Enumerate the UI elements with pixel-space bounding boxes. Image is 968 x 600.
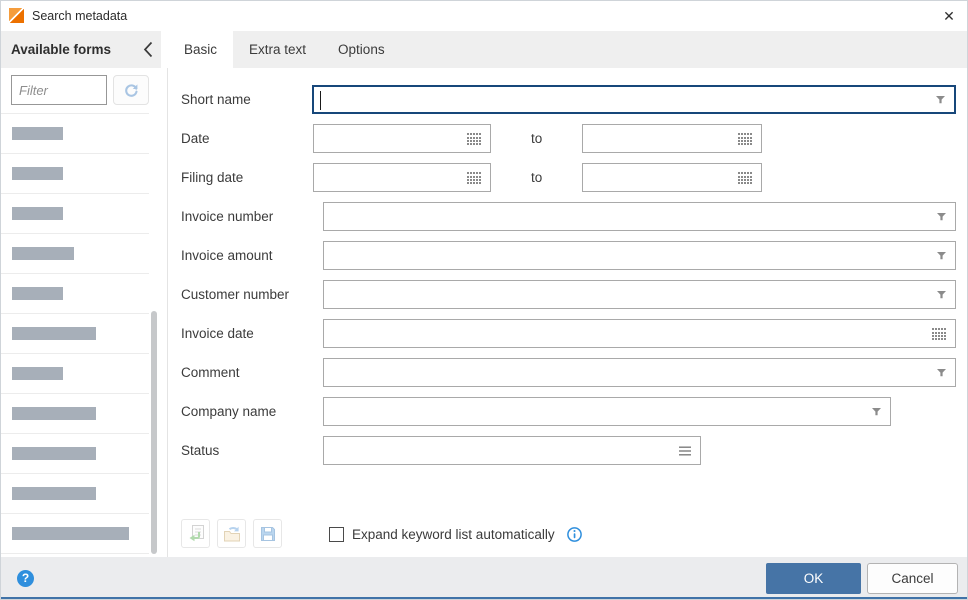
apply-form-icon	[186, 524, 206, 543]
dropdown-arrow-icon[interactable]	[936, 95, 945, 104]
sidebar-scrollbar-thumb[interactable]	[151, 311, 157, 554]
form-list-item[interactable]	[1, 274, 149, 314]
dropdown-arrow-icon[interactable]	[937, 212, 946, 221]
range-to-label: to	[531, 131, 543, 146]
field-label-status: Status	[181, 443, 220, 458]
form-list-item[interactable]	[1, 394, 149, 434]
tab-basic[interactable]: Basic	[168, 31, 234, 68]
form-list-item[interactable]	[1, 354, 149, 394]
form-list-item[interactable]	[1, 154, 149, 194]
field-label-date: Date	[181, 131, 210, 146]
redacted-form-name	[12, 327, 96, 340]
search-metadata-dialog: Search metadata ✕ Available forms Basic E…	[0, 0, 968, 600]
app-logo-icon	[9, 8, 24, 23]
save-icon	[259, 525, 277, 543]
tab-options[interactable]: Options	[322, 31, 401, 68]
field-label-invoice-date: Invoice date	[181, 326, 254, 341]
calendar-icon[interactable]	[932, 327, 946, 340]
window-title: Search metadata	[32, 9, 128, 23]
close-icon[interactable]: ✕	[939, 6, 959, 26]
keyword-list-icon[interactable]	[679, 446, 691, 456]
field-status[interactable]	[323, 436, 701, 465]
expand-keyword-checkbox[interactable]	[329, 527, 344, 542]
tab-extra-text[interactable]: Extra text	[233, 31, 322, 68]
field-company-name[interactable]	[323, 397, 891, 426]
field-date-from[interactable]	[313, 124, 491, 153]
form-list-item[interactable]	[1, 114, 149, 154]
calendar-icon[interactable]	[738, 132, 752, 145]
field-filing-date-from[interactable]	[313, 163, 491, 192]
info-icon[interactable]	[567, 527, 582, 542]
field-invoice-date[interactable]	[323, 319, 956, 348]
field-short-name[interactable]	[312, 85, 956, 114]
field-label-invoice-amount: Invoice amount	[181, 248, 273, 263]
cancel-button[interactable]: Cancel	[867, 563, 958, 594]
redacted-form-name	[12, 447, 96, 460]
redacted-form-name	[12, 127, 63, 140]
window-accent-border	[1, 597, 967, 599]
expand-keyword-label: Expand keyword list automatically	[352, 527, 555, 542]
field-label-short-name: Short name	[181, 92, 251, 107]
sidebar-divider	[167, 68, 168, 557]
ok-button[interactable]: OK	[766, 563, 861, 594]
field-comment[interactable]	[323, 358, 956, 387]
field-invoice-amount[interactable]	[323, 241, 956, 270]
tab-bar: Basic Extra text Options	[168, 31, 967, 68]
text-caret	[320, 91, 321, 110]
redacted-form-name	[12, 167, 63, 180]
calendar-icon[interactable]	[738, 171, 752, 184]
calendar-icon[interactable]	[467, 132, 481, 145]
sidebar-title: Available forms	[11, 42, 112, 57]
field-label-invoice-number: Invoice number	[181, 209, 274, 224]
save-template-button[interactable]	[253, 519, 282, 548]
redacted-form-name	[12, 287, 63, 300]
redacted-form-name	[12, 207, 63, 220]
form-list-item[interactable]	[1, 474, 149, 514]
refresh-icon	[123, 82, 140, 99]
load-template-button[interactable]	[217, 519, 246, 548]
title-bar: Search metadata ✕	[1, 1, 967, 31]
redacted-form-name	[12, 247, 74, 260]
field-date-to[interactable]	[582, 124, 762, 153]
redacted-form-name	[12, 367, 63, 380]
dropdown-arrow-icon[interactable]	[937, 290, 946, 299]
field-label-customer-number: Customer number	[181, 287, 290, 302]
sidebar-header: Available forms	[1, 31, 161, 68]
form-list-item[interactable]	[1, 514, 149, 554]
help-icon[interactable]: ?	[17, 570, 34, 587]
field-customer-number[interactable]	[323, 280, 956, 309]
field-label-comment: Comment	[181, 365, 240, 380]
dropdown-arrow-icon[interactable]	[937, 251, 946, 260]
form-list-item[interactable]	[1, 194, 149, 234]
open-folder-icon	[222, 525, 242, 543]
form-list-item[interactable]	[1, 314, 149, 354]
redacted-form-name	[12, 487, 96, 500]
refresh-forms-button[interactable]	[113, 75, 149, 105]
form-list-item[interactable]	[1, 434, 149, 474]
field-label-company-name: Company name	[181, 404, 277, 419]
dropdown-arrow-icon[interactable]	[937, 368, 946, 377]
calendar-icon[interactable]	[467, 171, 481, 184]
redacted-form-name	[12, 407, 96, 420]
dropdown-arrow-icon[interactable]	[872, 407, 881, 416]
apply-form-button[interactable]	[181, 519, 210, 548]
available-forms-list	[1, 113, 149, 554]
form-list-item[interactable]	[1, 234, 149, 274]
field-invoice-number[interactable]	[323, 202, 956, 231]
collapse-sidebar-icon[interactable]	[143, 41, 155, 58]
field-label-filing-date: Filing date	[181, 170, 244, 185]
field-filing-date-to[interactable]	[582, 163, 762, 192]
range-to-label: to	[531, 170, 543, 185]
redacted-form-name	[12, 527, 129, 540]
filter-input[interactable]	[11, 75, 107, 105]
